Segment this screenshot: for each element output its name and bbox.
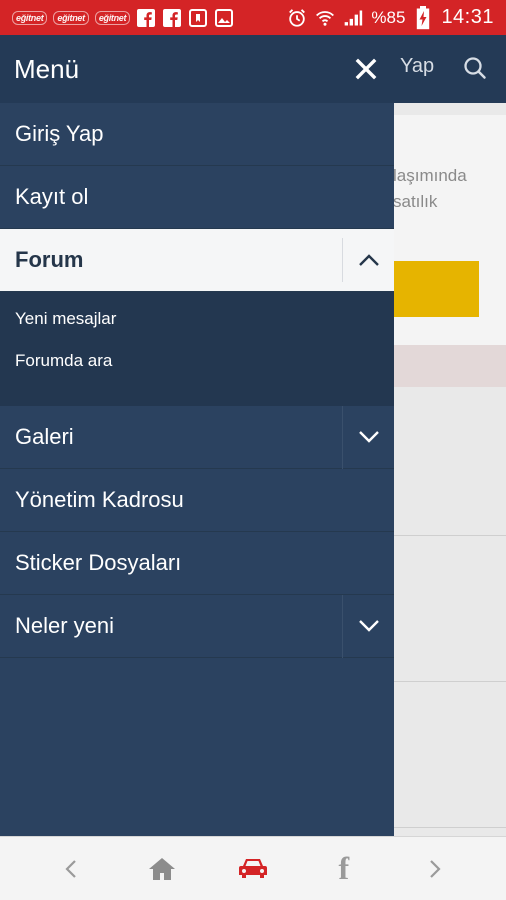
divider (393, 535, 506, 536)
bottom-navigation: f (0, 836, 506, 900)
status-bar: eğitnet eğitnet eğitnet %85 14:31 (0, 0, 506, 35)
submenu-item-new-messages[interactable]: Yeni mesajlar (0, 298, 394, 340)
drawer-header: Menü (0, 35, 394, 103)
divider (393, 827, 506, 828)
wifi-icon (315, 8, 335, 28)
facebook-icon[interactable]: f (319, 844, 369, 894)
menu-item-label: Sticker Dosyaları (15, 550, 182, 575)
image-icon (214, 8, 234, 28)
alarm-icon (287, 8, 307, 28)
navigation-drawer: Menü Giriş Yap Kayıt ol Forum Yeni mesaj… (0, 35, 394, 836)
menu-item-label: Forum (15, 247, 84, 272)
car-icon[interactable] (228, 844, 278, 894)
chevron-down-icon[interactable] (342, 594, 394, 658)
home-icon[interactable] (137, 844, 187, 894)
brand-notification-icon: eğitnet (53, 10, 89, 25)
notification-icons: eğitnet eğitnet eğitnet (12, 8, 287, 28)
login-link[interactable]: Yap (400, 55, 434, 78)
menu-item-gallery[interactable]: Galeri (0, 405, 394, 469)
menu-item-register[interactable]: Kayıt ol (0, 166, 394, 229)
brand-notification-icon: eğitnet (94, 10, 131, 25)
search-icon[interactable] (462, 55, 488, 81)
chevron-up-icon[interactable] (342, 238, 394, 282)
clock: 14:31 (441, 6, 494, 28)
content-text: satılık (393, 192, 438, 211)
menu-item-whats-new[interactable]: Neler yeni (0, 594, 394, 658)
battery-icon (413, 5, 433, 29)
menu-item-label: Galeri (15, 424, 74, 449)
bookmark-icon (188, 8, 208, 28)
chevron-down-icon[interactable] (342, 405, 394, 469)
menu-item-label: Giriş Yap (15, 121, 104, 146)
menu-item-label: Yönetim Kadrosu (15, 487, 184, 512)
brand-notification-icon: eğitnet (12, 10, 48, 25)
facebook-icon (136, 8, 156, 28)
content-text: laşımında (393, 166, 467, 185)
signal-icon (343, 8, 363, 28)
facebook-icon (162, 8, 182, 28)
menu-item-label: Neler yeni (15, 613, 115, 638)
menu-item-staff[interactable]: Yönetim Kadrosu (0, 469, 394, 532)
menu-item-forum[interactable]: Forum (0, 229, 394, 292)
back-icon[interactable] (46, 844, 96, 894)
menu-item-label: Kayıt ol (15, 184, 89, 209)
divider (393, 681, 506, 682)
system-icons: %85 14:31 (287, 5, 494, 29)
section-strip (393, 345, 506, 387)
submenu-item-forum-search[interactable]: Forumda ara (0, 340, 394, 382)
menu-item-sticker-files[interactable]: Sticker Dosyaları (0, 532, 394, 595)
battery-percent: %85 (371, 7, 406, 27)
menu-item-login[interactable]: Giriş Yap (0, 103, 394, 166)
forum-submenu: Yeni mesajlar Forumda ara (0, 292, 394, 406)
banner-image (393, 261, 479, 317)
drawer-title: Menü (14, 53, 80, 84)
close-icon[interactable] (352, 55, 380, 83)
forward-icon[interactable] (410, 844, 460, 894)
